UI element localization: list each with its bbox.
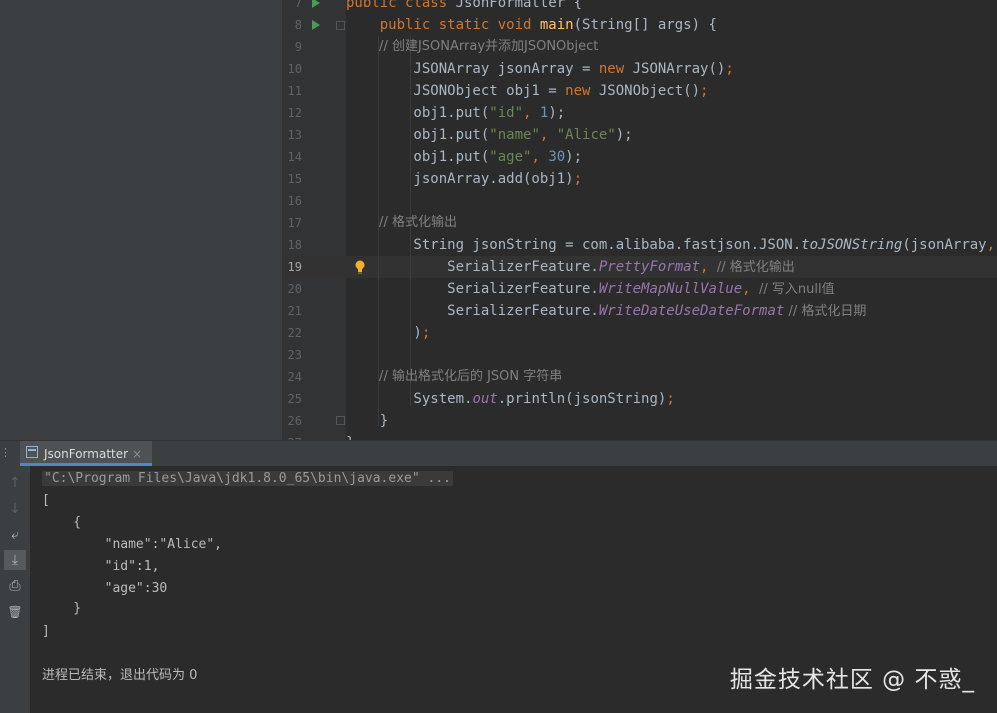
line-number: 18: [287, 238, 302, 252]
console-command-line: "C:\Program Files\Java\jdk1.8.0_65\bin\j…: [42, 471, 453, 486]
code-line-7: public class JsonFormatter {: [346, 0, 583, 11]
console-line: "age":30: [42, 581, 168, 596]
print-icon[interactable]: ⎙: [4, 576, 26, 596]
code-line-27: }: [346, 432, 354, 440]
console-line: "name":"Alice",: [42, 537, 223, 552]
code-line-9: // 创建JSONArray并添加JSONObject: [346, 39, 599, 54]
console-line: {: [42, 515, 82, 530]
line-number: 11: [287, 84, 302, 98]
line-number: 12: [287, 106, 302, 120]
code-line-25: System.out.println(jsonString);: [346, 391, 675, 407]
code-line-13: obj1.put("name", "Alice");: [346, 127, 633, 143]
code-line-15: jsonArray.add(obj1);: [346, 171, 583, 187]
console-icon: [26, 446, 38, 458]
project-panel: [0, 0, 282, 440]
line-number: 21: [287, 304, 302, 318]
scroll-to-end-icon[interactable]: ⤓: [4, 550, 26, 570]
line-number: 17: [287, 216, 302, 230]
console-line: }: [42, 601, 82, 616]
console-line: [: [42, 493, 50, 508]
console-line: ]: [42, 624, 50, 639]
watermark: 掘金技术社区 @ 不惑_: [729, 667, 975, 693]
code-line-22: );: [346, 325, 431, 341]
run-main-icon[interactable]: [312, 20, 320, 30]
code-line-17: // 格式化输出: [346, 215, 457, 230]
line-number: 20: [287, 282, 302, 296]
line-number: 27: [282, 432, 302, 440]
code-line-18: String jsonString = com.alibaba.fastjson…: [346, 237, 996, 253]
code-line-11: JSONObject obj1 = new JSONObject();: [346, 83, 709, 99]
soft-wrap-icon[interactable]: ⤶: [4, 525, 26, 545]
line-number: 9: [294, 40, 302, 54]
line-number: 23: [287, 348, 302, 362]
code-line-14: obj1.put("age", 30);: [346, 149, 583, 165]
code-line-26: }: [346, 413, 389, 429]
line-number: 8: [294, 18, 302, 32]
code-line-12: obj1.put("id", 1);: [346, 105, 566, 121]
fold-icon[interactable]: [336, 21, 345, 30]
code-line-20: SerializerFeature.WriteMapNullValue, // …: [346, 281, 835, 297]
console-line: "id":1,: [42, 559, 160, 574]
arrow-up-icon[interactable]: ↑: [4, 473, 26, 493]
line-number: 24: [287, 370, 302, 384]
arrow-down-icon[interactable]: ↓: [4, 499, 26, 519]
line-number: 14: [287, 150, 302, 164]
code-line-8: public static void main(String[] args) {: [346, 17, 717, 33]
run-class-icon[interactable]: [312, 0, 320, 8]
line-number: 22: [287, 326, 302, 340]
code-line-10: JSONArray jsonArray = new JSONArray();: [346, 61, 734, 77]
code-line-21: SerializerFeature.WriteDateUseDateFormat…: [346, 303, 867, 319]
close-icon[interactable]: ×: [132, 446, 142, 462]
trash-icon[interactable]: 🗑: [4, 602, 26, 622]
fold-icon[interactable]: [336, 416, 345, 425]
code-line-24: // 输出格式化后的 JSON 字符串: [346, 369, 563, 384]
process-exit-message: 进程已结束，退出代码为 0: [42, 668, 198, 683]
line-number: 10: [287, 62, 302, 76]
code-line-19: SerializerFeature.PrettyFormat, // 格式化输出: [346, 259, 795, 275]
line-number: 16: [287, 194, 302, 208]
line-number: 15: [287, 172, 302, 186]
line-number: 26: [287, 414, 302, 428]
tab-title[interactable]: JsonFormatter: [44, 446, 128, 462]
line-number: 25: [287, 392, 302, 406]
more-icon[interactable]: ⋮: [0, 446, 11, 460]
line-number: 19: [287, 260, 302, 274]
line-number: 13: [287, 128, 302, 142]
line-number: 7: [294, 0, 302, 10]
